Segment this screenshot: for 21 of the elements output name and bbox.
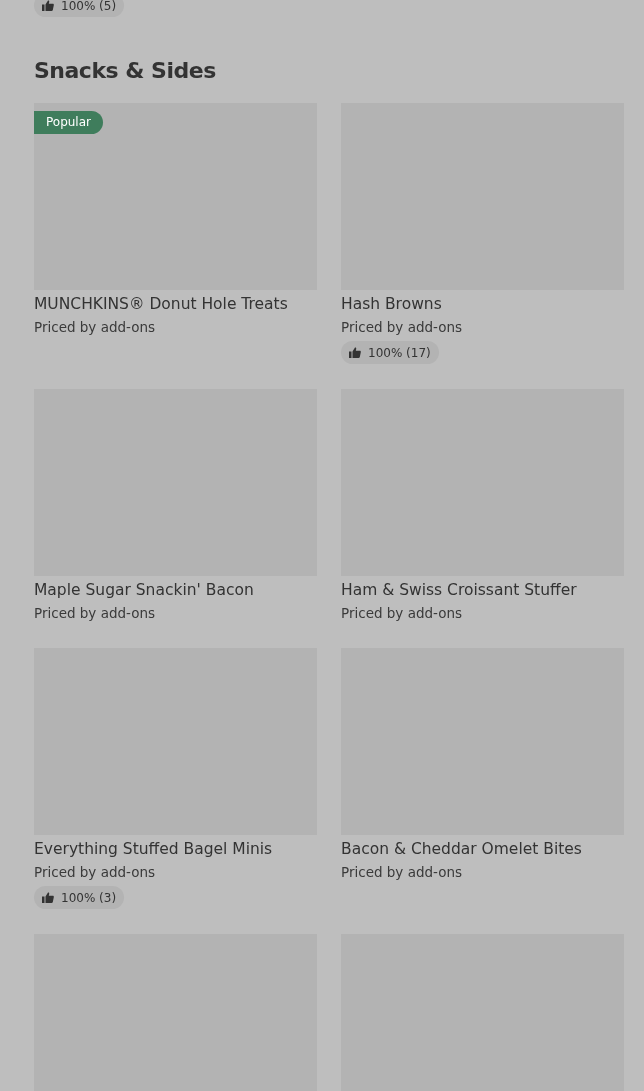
item-name[interactable]: Hash Browns	[341, 294, 624, 314]
rating-text: 100% (3)	[61, 890, 117, 905]
rating-text: 100% (5)	[61, 0, 117, 13]
thumbs-up-icon	[42, 892, 54, 903]
thumbs-up-icon	[42, 0, 54, 11]
section-heading: Snacks & Sides	[34, 57, 217, 85]
thumbs-up-icon	[349, 347, 361, 358]
item-price: Priced by add-ons	[341, 863, 464, 882]
item-name[interactable]: Bacon & Cheddar Omelet Bites	[341, 839, 624, 859]
item-name[interactable]: Ham & Swiss Croissant Stuffer	[341, 580, 624, 600]
item-price: Priced by add-ons	[341, 318, 464, 337]
item-name[interactable]: Everything Stuffed Bagel Minis	[34, 839, 317, 859]
item-name[interactable]: Maple Sugar Snackin' Bacon	[34, 580, 317, 600]
image-placeholder[interactable]: Popular	[34, 103, 317, 290]
item-price: Priced by add-ons	[34, 863, 157, 882]
item-name[interactable]: MUNCHKINS® Donut Hole Treats	[34, 294, 317, 314]
item-price: Priced by add-ons	[34, 604, 157, 623]
item-price: Priced by add-ons	[34, 318, 157, 337]
rating-text: 100% (17)	[368, 345, 431, 360]
popular-badge: Popular	[34, 111, 103, 134]
item-price: Priced by add-ons	[341, 604, 464, 623]
